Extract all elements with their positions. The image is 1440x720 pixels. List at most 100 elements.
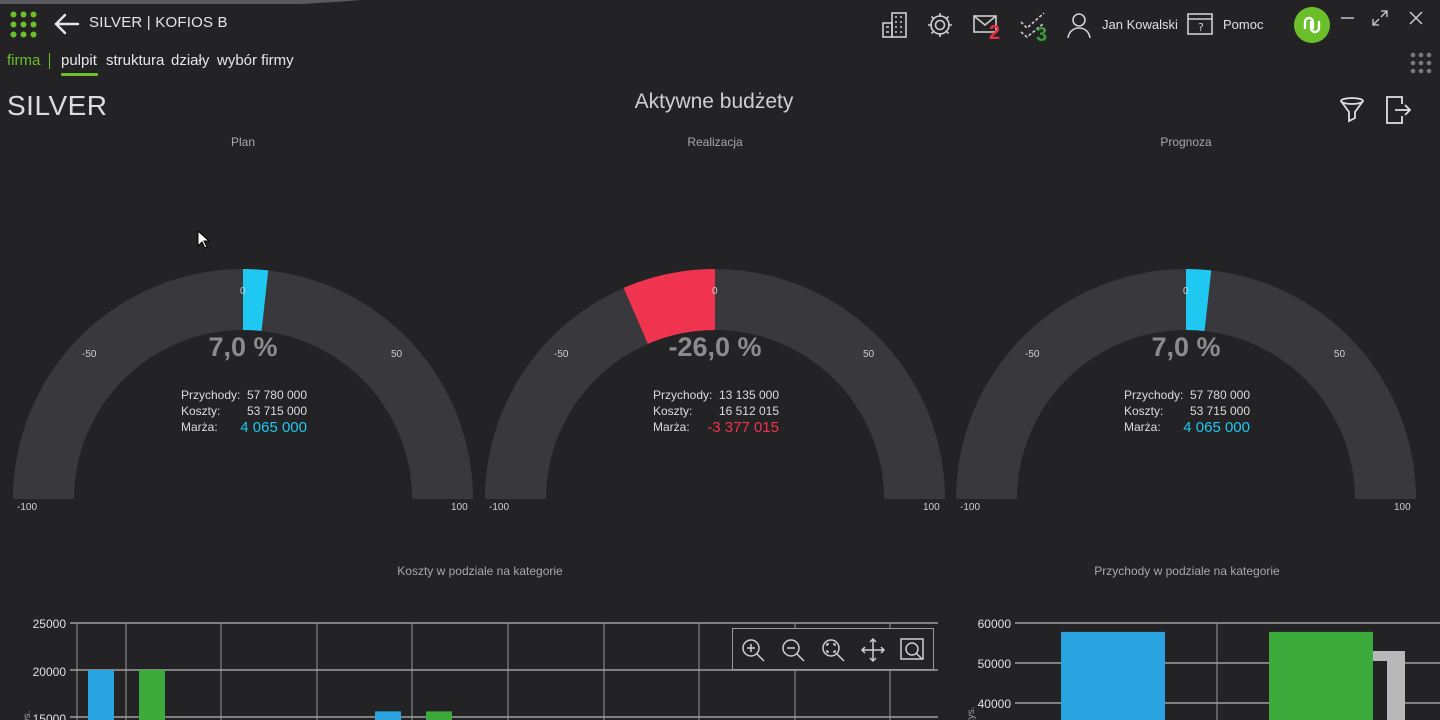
gauge-tick-pos50: 50	[863, 349, 875, 360]
margin-value: 4 065 000	[240, 419, 307, 436]
zoom-select-icon[interactable]	[900, 637, 926, 663]
gauge-tick-max: 100	[1394, 502, 1411, 513]
export-icon[interactable]	[1384, 95, 1412, 125]
svg-text:?: ?	[1198, 21, 1204, 34]
app-title: SILVER | KOFIOS B	[89, 14, 228, 31]
nav-company-label[interactable]: firma	[7, 52, 40, 69]
gauge-title: Realizacja	[687, 135, 743, 149]
costs-y-tick: 25000	[32, 617, 66, 631]
filter-icon[interactable]	[1339, 96, 1365, 124]
revenue-bar	[1061, 631, 1165, 720]
margin-label: Marża:	[653, 420, 690, 434]
gauge-tick-zero: 0	[1183, 286, 1189, 297]
summary-label: Przychody:	[181, 388, 241, 402]
gauge-tick-max: 100	[923, 502, 940, 513]
summary-value: 57 780 000	[246, 388, 307, 402]
page-title: Aktywne budżety	[634, 90, 794, 113]
margin-row: Marża: 4 065 000	[1124, 419, 1250, 436]
gauge-percentage: 7,0 %	[1151, 332, 1221, 362]
gauge-summary: Przychody: 13 135 000 Koszty: 16 512 015 Mar…	[653, 388, 779, 436]
title-bar: SILVER | KOFIOS B 2 3 Jan Kowalski ? Pom…	[0, 0, 1440, 48]
summary-row: Przychody: 57 780 000	[181, 388, 307, 404]
gauge-summary: Przychody: 57 780 000 Koszty: 53 715 000 Mar…	[1124, 388, 1250, 436]
revenue-bar	[1269, 631, 1373, 720]
revenue-y-axis-label: tys.	[966, 706, 977, 720]
back-arrow-icon[interactable]	[52, 12, 80, 36]
user-icon[interactable]	[1064, 10, 1094, 40]
gauge-tick-neg50: -50	[1025, 349, 1040, 360]
tasks-count-badge: 3	[1036, 24, 1048, 46]
summary-row: Koszty: 53 715 000	[181, 404, 307, 420]
help-label[interactable]: Pomoc	[1223, 17, 1263, 32]
user-name[interactable]: Jan Kowalski	[1102, 17, 1178, 32]
widgets-grid-icon[interactable]	[1410, 52, 1432, 74]
costs-y-tick: 20000	[32, 665, 66, 679]
gauge-tick-neg50: -50	[554, 349, 569, 360]
gauge-tick-min: -100	[489, 502, 510, 513]
summary-label: Koszty:	[653, 404, 693, 418]
margin-row: Marża: -3 377 015	[653, 419, 779, 436]
nav-item-dzialy[interactable]: działy	[171, 52, 209, 69]
margin-value: 4 065 000	[1183, 419, 1250, 436]
revenue-bar-gap	[1373, 661, 1387, 720]
margin-label: Marża:	[1124, 420, 1161, 434]
costs-bar	[426, 711, 452, 720]
summary-label: Przychody:	[1124, 388, 1184, 402]
costs-bar	[375, 711, 401, 720]
gauge-tick-zero: 0	[240, 286, 246, 297]
summary-label: Przychody:	[653, 388, 713, 402]
revenue-y-tick: 50000	[977, 657, 1011, 671]
gauge-tick-zero: 0	[712, 286, 718, 297]
costs-chart-title: Koszty w podziale na kategorie	[397, 564, 563, 578]
summary-value: 16 512 015	[718, 404, 779, 418]
gauge-title: Prognoza	[1160, 135, 1212, 149]
gauge-tick-pos50: 50	[391, 349, 403, 360]
gauge-tick-max: 100	[451, 502, 468, 513]
costs-y-axis-label: tys.	[22, 710, 33, 720]
gauge-tick-min: -100	[17, 502, 38, 513]
revenue-chart-title: Przychody w podziale na kategorie	[1094, 564, 1280, 578]
summary-row: Przychody: 57 780 000	[1124, 388, 1250, 404]
costs-bar	[139, 670, 165, 720]
costs-bar	[88, 670, 114, 720]
summary-value: 53 715 000	[246, 404, 307, 418]
nav-item-struktura[interactable]: struktura	[106, 52, 164, 69]
title-accent-line	[0, 0, 360, 4]
summary-label: Koszty:	[181, 404, 221, 418]
company-building-icon[interactable]	[880, 10, 910, 40]
nav-item-wybor-firmy[interactable]: wybór firmy	[217, 52, 294, 69]
revenue-y-tick: 60000	[977, 617, 1011, 631]
revenue-bar-chart	[1015, 622, 1440, 720]
apps-grid-icon[interactable]	[10, 11, 37, 38]
gauge-summary: Przychody: 57 780 000 Koszty: 53 715 000 Mar…	[181, 388, 307, 436]
brand-logo-icon[interactable]	[1294, 7, 1330, 43]
margin-label: Marża:	[181, 420, 218, 434]
mouse-cursor-icon	[197, 230, 211, 249]
summary-value: 13 135 000	[718, 388, 779, 402]
settings-gear-icon[interactable]	[925, 10, 955, 40]
gauge-percentage: -26,0 %	[668, 332, 762, 362]
zoom-out-icon[interactable]	[780, 637, 806, 663]
close-icon[interactable]	[1406, 8, 1426, 28]
nav-item-pulpit[interactable]: pulpit	[61, 52, 97, 69]
mail-count-badge: 2	[989, 22, 1001, 44]
summary-row: Koszty: 16 512 015	[653, 404, 779, 420]
maximize-icon[interactable]	[1370, 8, 1390, 28]
gauge-title: Plan	[230, 135, 256, 149]
chart-zoom-toolbar	[732, 628, 934, 670]
summary-value: 53 715 000	[1189, 404, 1250, 418]
summary-row: Koszty: 53 715 000	[1124, 404, 1250, 420]
zoom-in-icon[interactable]	[740, 637, 766, 663]
help-window-icon[interactable]: ?	[1186, 10, 1216, 40]
pan-icon[interactable]	[860, 637, 886, 663]
summary-label: Koszty:	[1124, 404, 1164, 418]
app-window: SILVER | KOFIOS B 2 3 Jan Kowalski ? Pom…	[0, 0, 1440, 720]
gauge-tick-min: -100	[960, 502, 981, 513]
margin-value: -3 377 015	[707, 419, 779, 436]
nav-separator	[49, 53, 50, 69]
summary-row: Przychody: 13 135 000	[653, 388, 779, 404]
nav-active-indicator	[61, 73, 98, 76]
summary-value: 57 780 000	[1189, 388, 1250, 402]
zoom-fit-icon[interactable]	[820, 637, 846, 663]
minimize-icon[interactable]	[1338, 8, 1358, 28]
